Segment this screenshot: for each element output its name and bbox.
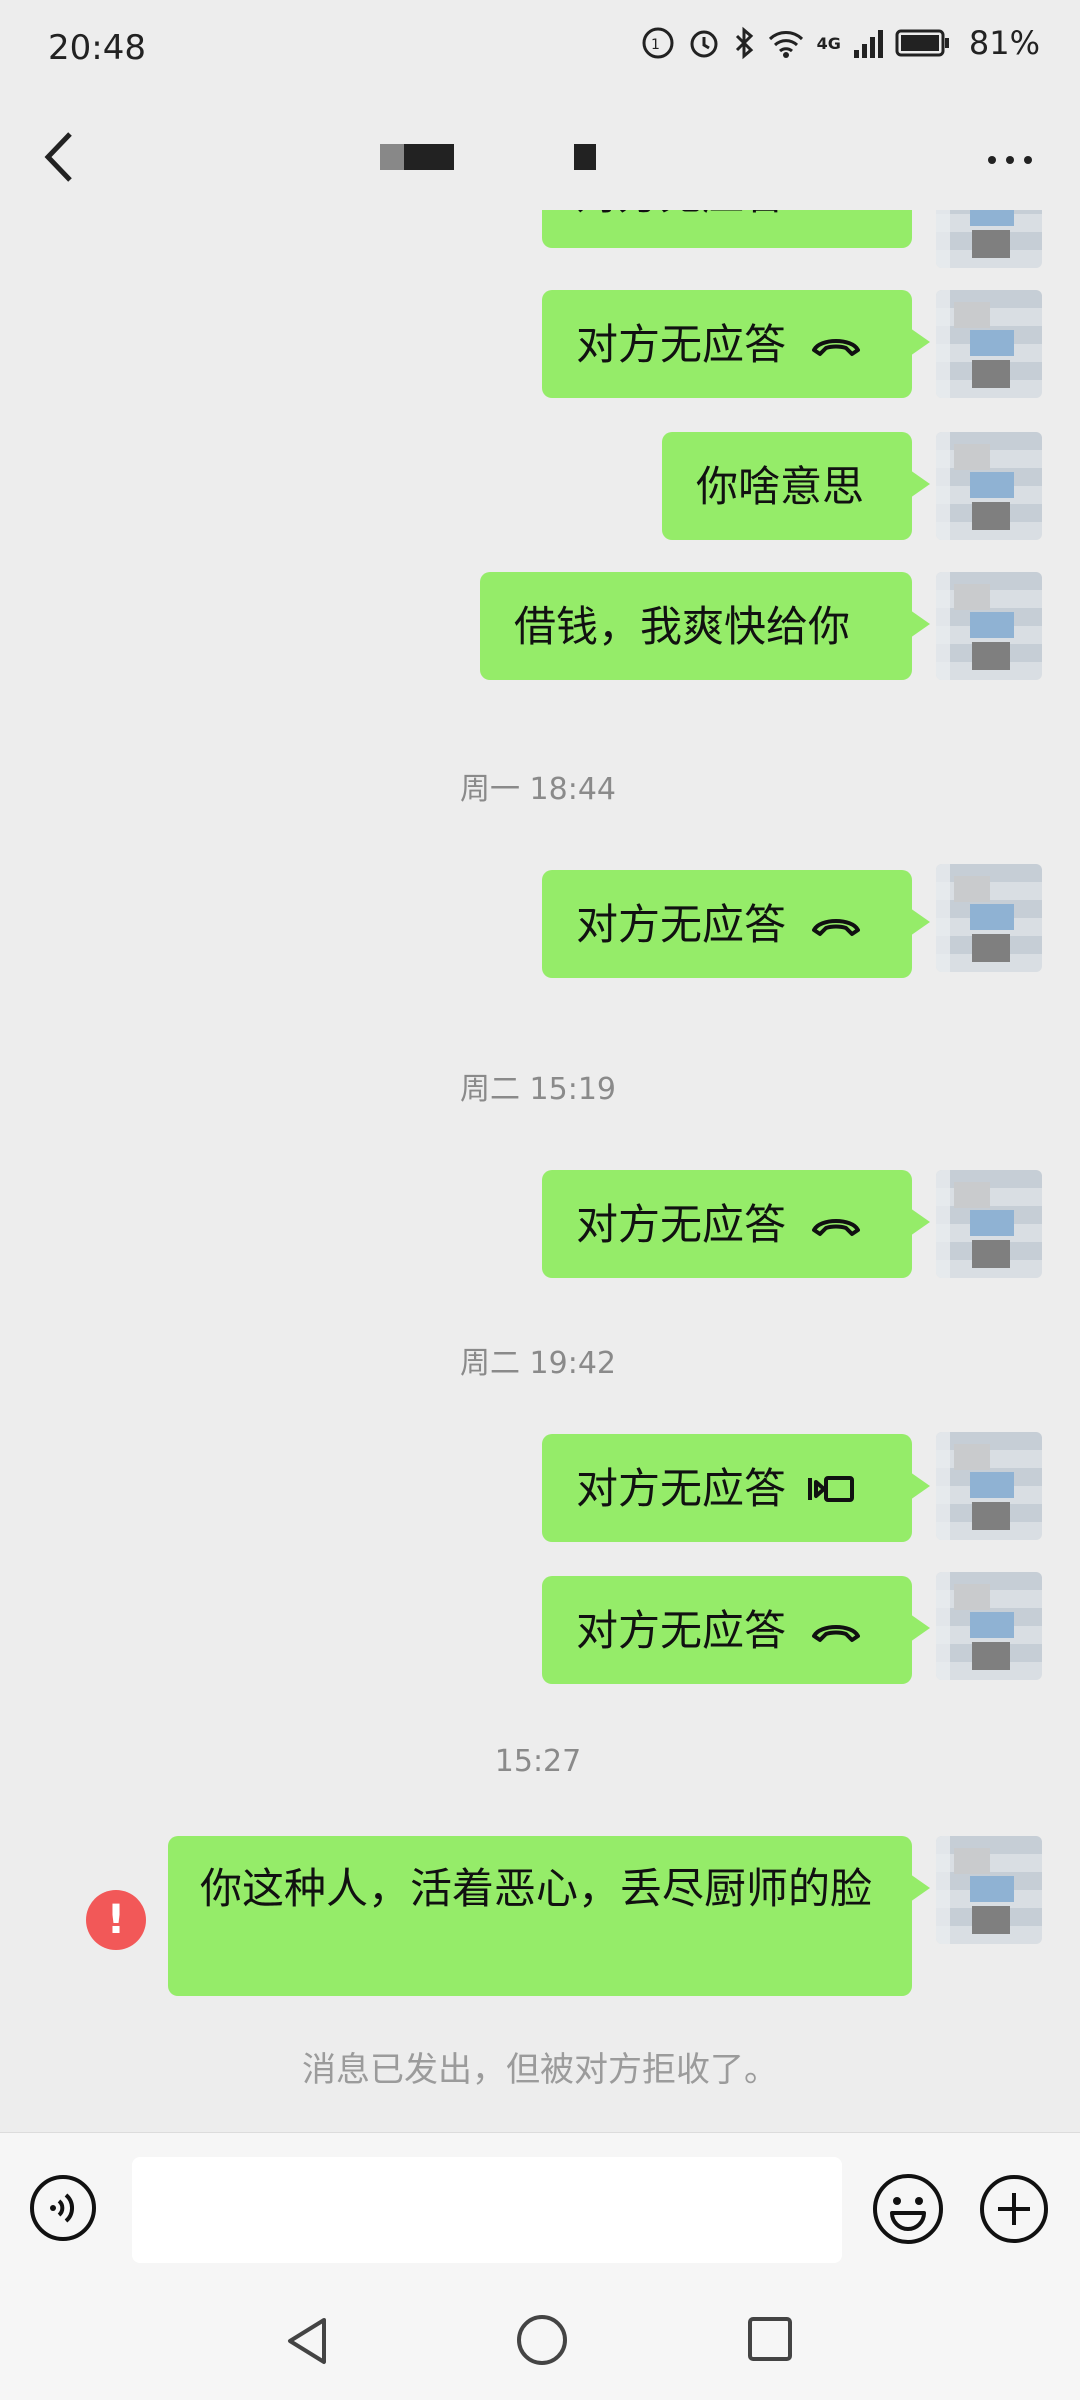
avatar[interactable] — [936, 572, 1042, 680]
message-bubble[interactable]: 你啥意思 — [662, 432, 930, 540]
message-text: 对方无应答 — [576, 900, 787, 949]
battery-icon — [895, 29, 949, 57]
avatar[interactable] — [936, 432, 1042, 540]
chat-input-bar — [0, 2132, 1080, 2283]
message-bubble[interactable]: 对方无应答 — [542, 290, 930, 398]
message-bubble[interactable]: 对方无应答 — [542, 1576, 930, 1684]
timestamp: 周一 18:44 — [460, 772, 616, 807]
nav-back-button[interactable] — [282, 2314, 332, 2368]
phone-hangup-icon — [812, 919, 861, 936]
message-bubble[interactable]: 对方无应答 — [542, 210, 912, 248]
svg-text:1: 1 — [651, 37, 660, 53]
status-icons: 1 4G 81% — [641, 24, 1040, 62]
avatar[interactable] — [936, 210, 1042, 268]
network-label: 4G — [816, 33, 841, 53]
message-text: 你啥意思 — [696, 462, 865, 511]
avatar[interactable] — [936, 1836, 1042, 1944]
chat-title — [380, 140, 596, 174]
signal-icon — [853, 30, 883, 58]
status-bar: 20:48 1 4G 81% — [0, 0, 1080, 104]
redacted-name-block — [404, 144, 454, 170]
message-text: 对方无应答 — [576, 320, 787, 369]
more-options-button[interactable] — [980, 140, 1040, 180]
phone-hangup-icon — [812, 1625, 861, 1642]
message-bubble[interactable]: 你这种人，活着恶心，丢尽厨师的脸 — [168, 1836, 930, 1996]
phone-hangup-icon — [812, 339, 861, 356]
send-failed-icon[interactable]: ! — [86, 1890, 146, 1950]
message-text: 对方无应答 — [576, 1464, 787, 1513]
alarm-icon — [690, 30, 718, 58]
timestamp: 周二 19:42 — [460, 1346, 616, 1381]
emoji-button[interactable] — [870, 2171, 946, 2247]
redacted-name-block — [380, 144, 404, 170]
message-input[interactable] — [132, 2157, 842, 2263]
avatar[interactable] — [936, 1572, 1042, 1680]
redacted-name-block — [574, 144, 596, 170]
bluetooth-icon — [735, 26, 753, 60]
message-bubble[interactable]: 对方无应答 — [542, 1434, 930, 1542]
battery-percent: 81% — [968, 24, 1040, 62]
chat-header — [0, 104, 1080, 210]
hd-icon: 1 — [642, 27, 674, 59]
status-time: 20:48 — [48, 28, 146, 68]
avatar[interactable] — [936, 864, 1042, 972]
message-text: 借钱，我爽快给你 — [514, 602, 851, 651]
avatar[interactable] — [936, 290, 1042, 398]
nav-recent-apps-button[interactable] — [746, 2314, 794, 2364]
chat-message-list[interactable]: 对方无应答 对方无应答 你啥意思 借钱，我爽快给你 周一 18:44 对方无应答… — [0, 210, 1080, 2130]
message-text: 对方无应答 — [576, 210, 786, 222]
wifi-icon — [768, 31, 803, 58]
avatar[interactable] — [936, 1170, 1042, 1278]
message-bubble[interactable]: 对方无应答 — [542, 870, 930, 978]
timestamp: 周二 15:19 — [460, 1072, 616, 1107]
video-call-icon — [808, 1476, 855, 1502]
nav-home-button[interactable] — [514, 2312, 570, 2368]
more-functions-button[interactable] — [978, 2173, 1050, 2245]
message-text: 对方无应答 — [576, 1606, 787, 1655]
back-button[interactable] — [30, 122, 90, 192]
message-rejected-notice: 消息已发出，但被对方拒收了。 — [302, 2050, 778, 2090]
phone-hangup-icon — [812, 1219, 861, 1236]
timestamp: 15:27 — [494, 1744, 582, 1779]
message-bubble[interactable]: 对方无应答 — [542, 1170, 930, 1278]
avatar[interactable] — [936, 1432, 1042, 1540]
message-bubble[interactable]: 借钱，我爽快给你 — [480, 572, 930, 680]
message-text: 你这种人，活着恶心，丢尽厨师的脸 — [200, 1864, 873, 1913]
message-text: 对方无应答 — [576, 1200, 787, 1249]
voice-input-button[interactable] — [28, 2173, 98, 2243]
system-navigation-bar — [0, 2282, 1080, 2400]
